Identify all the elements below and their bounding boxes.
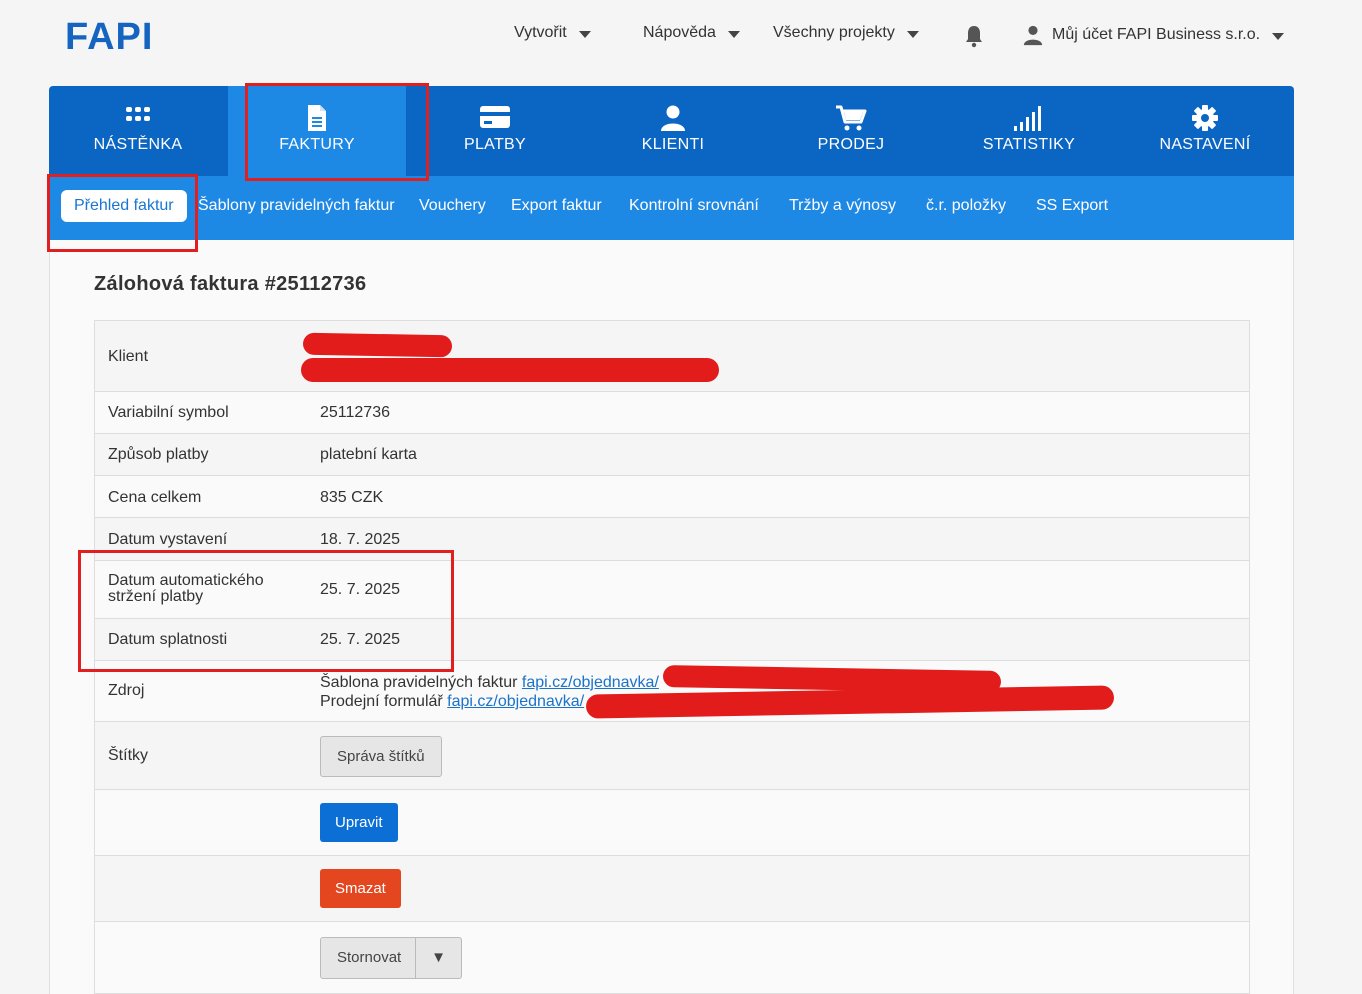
create-menu[interactable]: Vytvořit [514,24,591,42]
vs-label: Variabilní symbol [108,404,229,421]
sub-nav: Přehled faktur Šablony pravidelných fakt… [49,176,1294,240]
subnav-invoice-overview[interactable]: Přehled faktur [61,190,187,222]
subnav-item-numbers[interactable]: č.r. položky [926,197,1006,215]
source-label: Zdroj [108,682,145,699]
table-row: Cena celkem 835 CZK [95,476,1249,518]
page-title: Zálohová faktura #25112736 [94,273,367,295]
nav-tab-label: FAKTURY [279,136,355,153]
auto-charge-label-line2: stržení platby [108,588,204,605]
table-row: Datum vystavení 18. 7. 2025 [95,518,1249,561]
auto-charge-label: Datum automatického stržení platby [108,573,264,605]
manage-tags-button[interactable]: Správa štítků [320,736,442,777]
table-row: Upravit [95,790,1249,856]
total-label: Cena celkem [108,489,202,506]
source-template-text: Šablona pravidelných faktur [320,674,518,691]
projects-menu-label: Všechny projekty [773,24,895,41]
table-row: Datum automatického stržení platby 25. 7… [95,561,1249,619]
help-menu-label: Nápověda [643,24,716,41]
invoice-table: Klient Variabilní symbol 25112736 Způsob… [94,320,1250,994]
due-label: Datum splatnosti [108,631,228,648]
nav-tab-label: KLIENTI [641,136,705,153]
subnav-recurring-templates[interactable]: Šablony pravidelných faktur [198,197,395,215]
total-value: 835 CZK [320,489,384,506]
account-menu[interactable]: Můj účet FAPI Business s.r.o. [1022,24,1285,46]
issued-label: Datum vystavení [108,531,228,548]
nav-tab-statistics[interactable]: STATISTIKY [940,86,1118,176]
subnav-export[interactable]: Export faktur [511,197,602,215]
delete-button[interactable]: Smazat [320,869,401,908]
cancel-button[interactable]: Stornovat [321,938,416,978]
bell-icon[interactable] [962,24,986,48]
bar-signal-icon [1014,106,1041,131]
credit-card-icon [480,106,510,128]
auto-charge-value: 25. 7. 2025 [320,581,401,598]
dashboard-grid-icon [126,107,150,121]
nav-tab-label: STATISTIKY [982,136,1076,153]
invoice-document-icon [308,105,326,131]
cancel-split-button: Stornovat ▼ [320,937,462,979]
redaction-mark [301,358,719,382]
account-menu-label: Můj účet FAPI Business s.r.o. [1052,26,1261,43]
nav-tab-label: NÁSTĚNKA [93,136,183,153]
payment-label: Způsob platby [108,446,209,463]
auto-charge-label-line1: Datum automatického [108,572,264,589]
chevron-down-icon [1272,32,1285,40]
chevron-down-icon [906,30,919,38]
gear-icon [1192,105,1218,131]
user-icon [1023,25,1043,46]
chevron-down-icon [727,30,740,38]
invoice-detail: Zálohová faktura #25112736 Klient Variab… [49,240,1294,994]
redaction-mark [302,332,453,358]
nav-tab-dashboard[interactable]: NÁSTĚNKA [49,86,227,176]
create-menu-label: Vytvořit [514,24,567,41]
projects-menu[interactable]: Všechny projekty [773,24,919,42]
source-form-link[interactable]: fapi.cz/objednavka/ [447,693,584,710]
person-icon [661,105,685,131]
nav-tab-payments[interactable]: PLATBY [406,86,584,176]
table-row: Způsob platby platební karta [95,434,1249,476]
source-template-link[interactable]: fapi.cz/objednavka/ [522,674,659,691]
table-row: Variabilní symbol 25112736 [95,392,1249,434]
nav-tab-label: PLATBY [464,136,526,153]
issued-value: 18. 7. 2025 [320,531,401,548]
top-bar: FAPI Vytvořit Nápověda Všechny projekty … [0,0,1362,86]
subnav-ss-export[interactable]: SS Export [1036,197,1108,215]
nav-tab-clients[interactable]: KLIENTI [584,86,762,176]
main-nav: NÁSTĚNKA FAKTURY PLATBY KLIENTI PRODEJ S… [49,86,1294,176]
tags-label: Štítky [108,747,149,764]
payment-value: platební karta [320,446,417,463]
help-menu[interactable]: Nápověda [643,24,740,42]
nav-tab-invoices[interactable]: FAKTURY [228,86,406,176]
fapi-logo[interactable]: FAPI [65,16,153,59]
source-form-text: Prodejní formulář [320,693,443,710]
table-row: Smazat [95,856,1249,922]
nav-tab-label: NASTAVENÍ [1159,136,1251,153]
vs-value: 25112736 [320,404,390,421]
subnav-control-comparison[interactable]: Kontrolní srovnání [629,197,759,215]
table-row: Štítky Správa štítků [95,722,1249,790]
table-row: Stornovat ▼ [95,922,1249,994]
client-label: Klient [108,348,149,365]
subnav-revenue[interactable]: Tržby a výnosy [789,197,896,215]
table-row: Datum splatnosti 25. 7. 2025 [95,619,1249,661]
chevron-down-icon [578,30,591,38]
edit-button[interactable]: Upravit [320,803,398,842]
nav-tab-settings[interactable]: NASTAVENÍ [1116,86,1294,176]
due-value: 25. 7. 2025 [320,631,401,648]
shopping-cart-icon [836,105,867,131]
nav-tab-sales[interactable]: PRODEJ [762,86,940,176]
subnav-vouchers[interactable]: Vouchery [419,197,486,215]
nav-tab-label: PRODEJ [817,136,885,153]
cancel-dropdown-toggle[interactable]: ▼ [416,938,461,978]
